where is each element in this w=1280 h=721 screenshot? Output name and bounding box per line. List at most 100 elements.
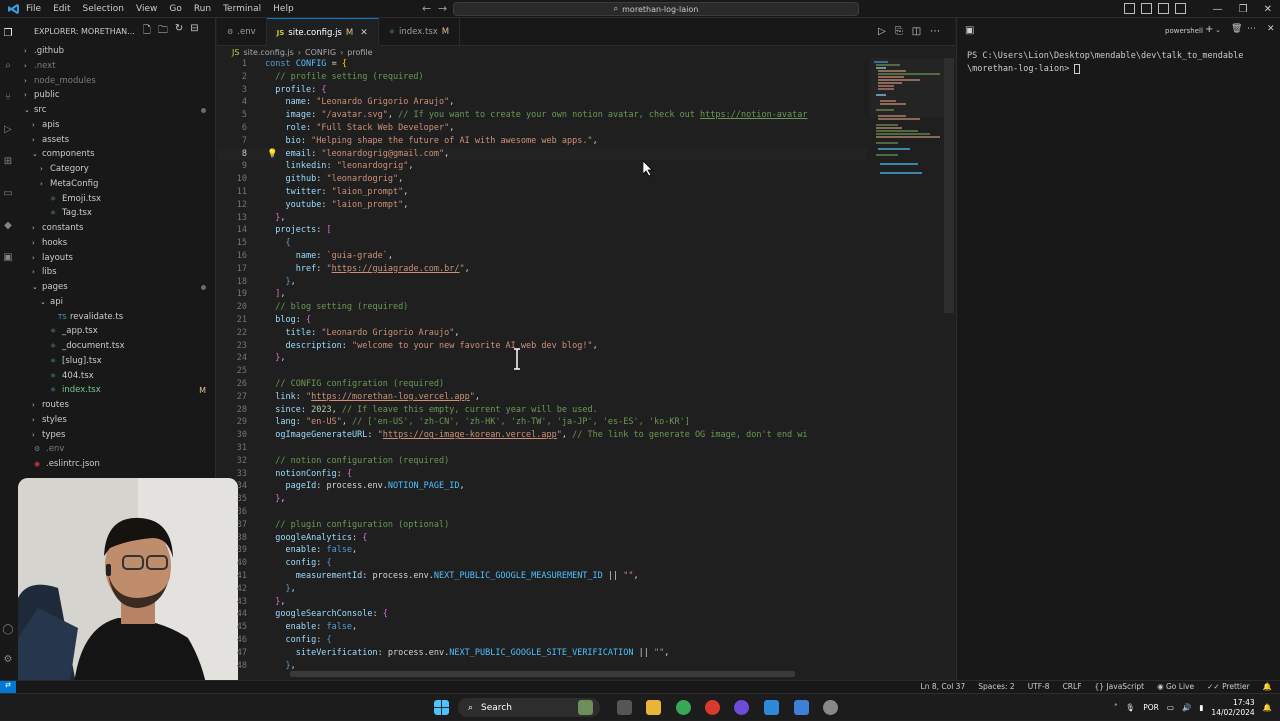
tab-index-tsx[interactable]: ⚛ index.tsx M [379,18,461,46]
widget-icon[interactable] [578,700,593,715]
menu-file[interactable]: File [20,4,47,14]
refresh-icon[interactable]: ↻ [175,23,183,40]
search-view-icon[interactable]: ⌕ [2,60,14,72]
minimize-icon[interactable]: — [1205,4,1231,15]
menu-edit[interactable]: Edit [47,4,76,14]
network-icon[interactable]: ▭ [1167,703,1174,712]
tree-folder[interactable]: › MetaConfig [16,177,215,192]
remote-indicator-icon[interactable]: ⇄ [0,681,16,693]
tree-folder[interactable]: › .next [16,59,215,74]
tree-file[interactable]: ⚛ index.tsx M [16,383,215,398]
tree-file[interactable]: ◉ .eslintrc.json [16,457,215,472]
tree-folder[interactable]: ⌄ pages [16,280,215,295]
run-icon[interactable]: ▷ [878,26,886,37]
tree-file[interactable]: ⚛ Emoji.tsx [16,192,215,207]
microphone-icon[interactable]: 🎙 [1126,703,1136,712]
toggle-secondary-sidebar-icon[interactable] [1158,3,1169,14]
tree-folder[interactable]: › apis [16,118,215,133]
remote-explorer-icon[interactable]: ▭ [2,188,14,200]
menu-go[interactable]: Go [163,4,187,14]
tree-folder[interactable]: › styles [16,413,215,428]
breadcrumb-file[interactable]: site.config.js [243,48,293,57]
trash-icon[interactable]: 🗑 [1231,24,1242,34]
tab-env[interactable]: ⚙ .env [217,18,267,46]
task-view-icon[interactable] [617,700,632,715]
tree-folder[interactable]: › types [16,428,215,443]
extensions-icon[interactable]: ⊞ [2,156,14,168]
tree-file[interactable]: ⚛ 404.tsx [16,369,215,384]
account-icon[interactable]: ◯ [2,624,14,636]
menu-view[interactable]: View [130,4,163,14]
encoding[interactable]: UTF-8 [1028,681,1050,693]
more-actions-icon[interactable]: ⋯ [930,26,940,37]
testing-icon[interactable]: ▣ [2,252,14,264]
obs-icon[interactable] [734,700,749,715]
run-debug-icon[interactable]: ▷ [2,124,14,136]
tree-file[interactable]: TS revalidate.ts [16,310,215,325]
code-editor[interactable]: 1 const CONFIG = { 2 // profile setting (… [217,58,867,673]
new-folder-icon[interactable]: 🗀 [158,23,168,40]
input-language[interactable]: POR [1143,703,1159,712]
maximize-icon[interactable]: ❐ [1231,4,1256,15]
minimap[interactable] [870,58,944,178]
open-changes-icon[interactable]: ⎘ [895,26,903,37]
go-live-button[interactable]: ◉ Go Live [1157,681,1194,693]
close-tab-icon[interactable]: ✕ [360,28,368,38]
notifications-icon[interactable]: 🔔 [1263,703,1272,712]
battery-icon[interactable]: ▮ [1199,703,1203,712]
chevron-up-icon[interactable]: ˄ [1114,703,1118,712]
manage-gear-icon[interactable]: ⚙ [2,654,14,666]
add-terminal-icon[interactable]: + [1205,24,1213,35]
tree-folder[interactable]: › libs [16,265,215,280]
new-file-icon[interactable]: 🗋 [143,23,151,40]
tree-folder[interactable]: ⌄ src [16,103,215,118]
collapse-all-icon[interactable]: ⊟ [190,23,198,40]
tree-folder[interactable]: › public [16,88,215,103]
windows-start-icon[interactable] [434,700,449,715]
prettier-button[interactable]: ✓✓ Prettier [1207,681,1250,693]
tree-folder[interactable]: › assets [16,133,215,148]
chrome-icon[interactable] [676,700,691,715]
tree-folder[interactable]: › routes [16,398,215,413]
tree-file[interactable]: ⚛ Tag.tsx [16,206,215,221]
vscode-taskbar-icon[interactable] [764,700,779,715]
close-window-icon[interactable]: ✕ [1256,4,1280,15]
horizontal-scrollbar[interactable] [290,671,795,677]
docker-icon[interactable]: ◆ [2,220,14,232]
indentation[interactable]: Spaces: 2 [978,681,1014,693]
tree-folder[interactable]: › constants [16,221,215,236]
menu-terminal[interactable]: Terminal [217,4,267,14]
terminal[interactable]: PS C:\Users\Lion\Desktop\mendable\dev\ta… [956,46,1280,680]
volume-icon[interactable]: 🔊 [1182,703,1191,712]
notifications-bell-icon[interactable]: 🔔 [1263,681,1272,693]
shell-label[interactable]: powershell [1165,27,1203,35]
menu-help[interactable]: Help [267,4,300,14]
tree-folder[interactable]: › layouts [16,251,215,266]
split-editor-icon[interactable]: ◫ [912,26,921,37]
tab-site-config[interactable]: JS site.config.js M ✕ [266,18,379,46]
menu-run[interactable]: Run [188,4,217,14]
source-control-icon[interactable]: ⑂ [2,92,14,104]
notes-icon[interactable] [794,700,809,715]
tree-folder[interactable]: ⌄ api [16,295,215,310]
tree-folder[interactable]: › .github [16,44,215,59]
explorer-icon[interactable]: ❐ [2,28,14,40]
more-actions-icon[interactable]: ⋯ [1247,24,1256,34]
tree-file[interactable]: ⚛ _app.tsx [16,324,215,339]
tree-folder[interactable]: › Category [16,162,215,177]
settings-icon[interactable] [823,700,838,715]
language-mode[interactable]: {} JavaScript [1095,681,1145,693]
tree-file[interactable]: ⚙ .env [16,442,215,457]
tree-file[interactable]: ⚛ _document.tsx [16,339,215,354]
forward-arrow-icon[interactable]: → [438,2,447,15]
chevron-down-icon[interactable]: ⌄ [1215,26,1221,34]
command-center-search[interactable]: ⌕ morethan-log-laion [453,2,859,16]
file-explorer-icon[interactable] [646,700,661,715]
back-arrow-icon[interactable]: ← [422,2,431,15]
menu-selection[interactable]: Selection [77,4,130,14]
tree-folder[interactable]: › hooks [16,236,215,251]
terminal-panel-icon[interactable]: ▣ [965,25,974,36]
browser-icon[interactable] [705,700,720,715]
customize-layout-icon[interactable] [1175,3,1186,14]
breadcrumb-symbol[interactable]: CONFIG [305,48,336,57]
